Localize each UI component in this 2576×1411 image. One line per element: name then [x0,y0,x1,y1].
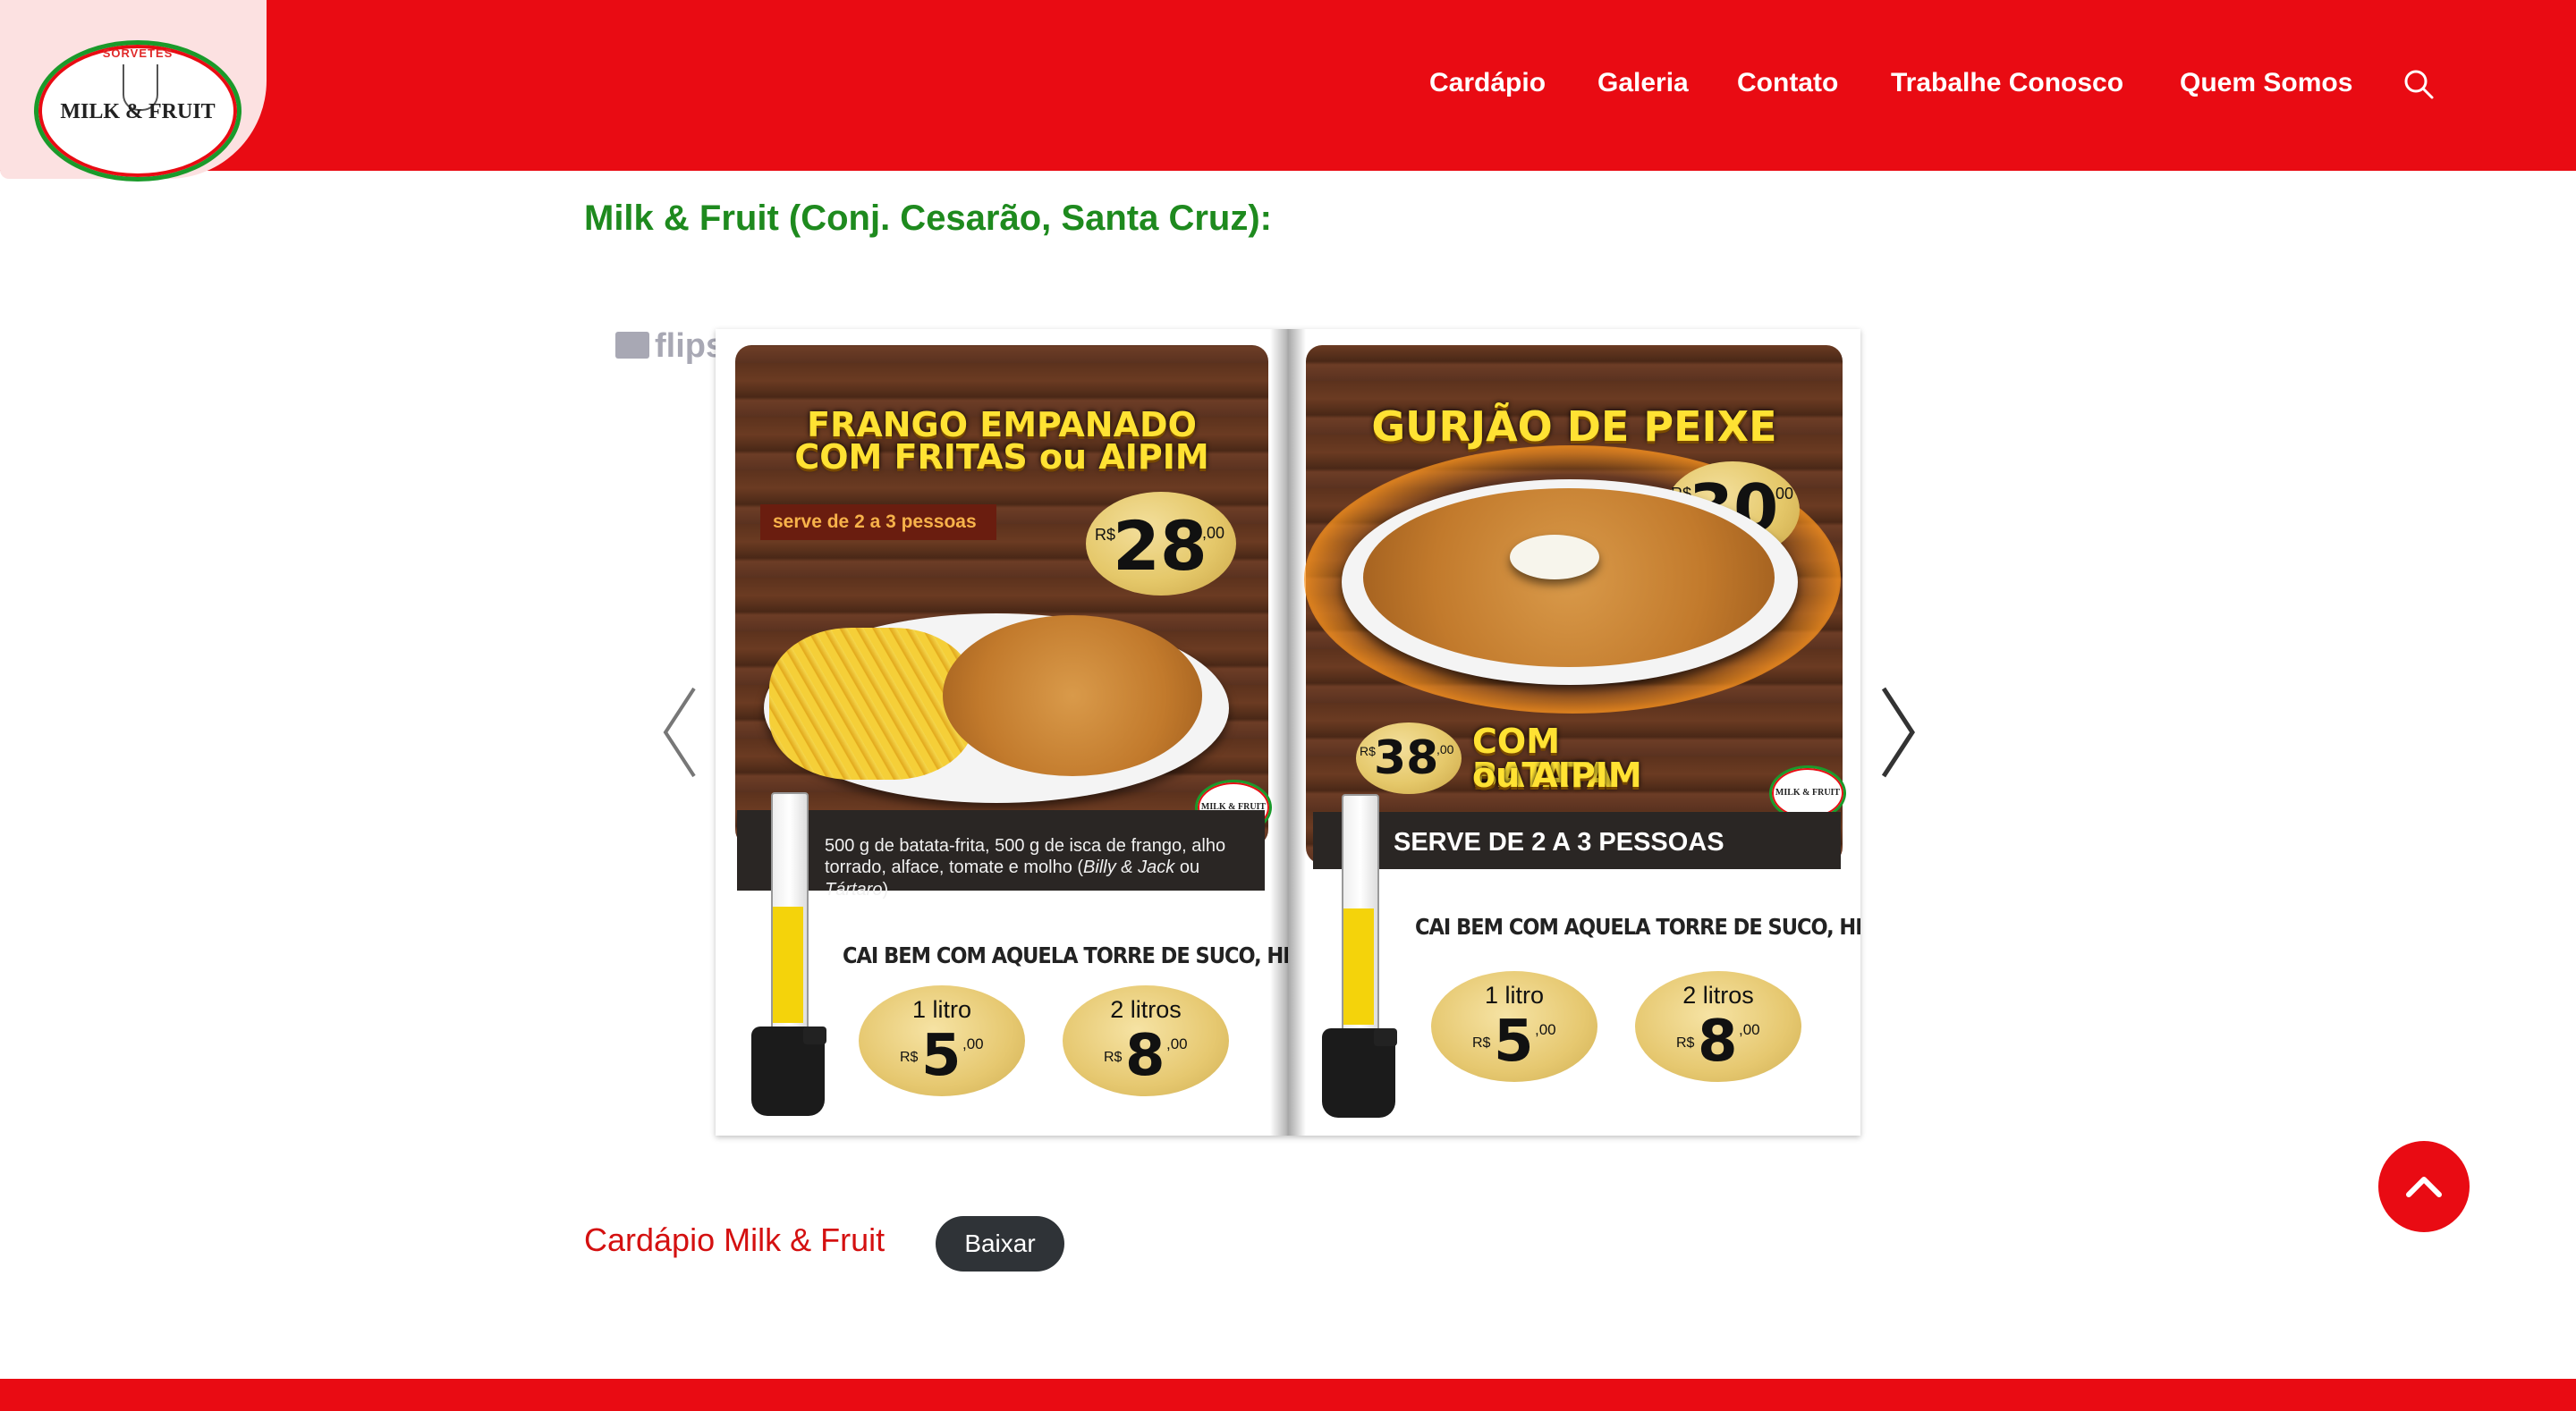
chevron-up-icon [2406,1177,2442,1197]
chicken-image [943,615,1202,776]
juice-cents: ,00 [1166,1035,1188,1052]
nav-cardapio[interactable]: Cardápio [1429,68,1546,98]
juice-tower-image [751,792,832,1116]
flipbook-viewer[interactable]: FRANGO EMPANADO COM FRITAS ou AIPIM serv… [716,329,1860,1136]
juice-option-2l: 2 litros R$ 8 ,00 [1635,971,1801,1082]
page-title: Milk & Fruit (Conj. Cesarão, Santa Cruz)… [584,199,1272,238]
dish-description: 500 g de batata-frita, 500 g de isca de … [825,835,1236,900]
search-icon[interactable] [2402,68,2435,100]
juice-cents: ,00 [962,1035,984,1052]
menu-page-right: GURJÃO DE PEIXE R$ 30 ,00 R$ 38 ,00 COM … [1288,329,1860,1136]
juice-cents: ,00 [1535,1021,1556,1038]
price-value: 28 [1113,506,1208,586]
desc-sauce-2: Tártaro [825,879,883,900]
desc-text-2: ou [1174,858,1200,878]
logo-area[interactable]: SORVETES MILK & FRUIT [0,0,267,182]
chevron-left-icon[interactable] [653,683,707,782]
juice-price: 8 [1125,1023,1165,1089]
juice-title: CAI BEM COM AQUELA TORRE DE SUCO, HEIN! [843,942,1288,968]
juice-option-1l: 1 litro R$ 5 ,00 [859,985,1025,1096]
book-icon [615,332,649,359]
tower-tap [1374,1028,1397,1046]
desc-text-3: ) [882,879,889,900]
price-badge: R$ 28 ,00 [1086,492,1236,596]
juice-size: 2 litros [1682,982,1754,1009]
juice-option-2l: 2 litros R$ 8 ,00 [1063,985,1229,1096]
site-footer [0,1379,2576,1411]
book-spine [1270,329,1306,1136]
download-button[interactable]: Baixar [936,1216,1064,1272]
tower-juice [1343,908,1374,1025]
juice-title: CAI BEM COM AQUELA TORRE DE SUCO, HEIN! [1415,914,1860,940]
juice-price: 5 [921,1023,962,1089]
juice-currency: R$ [1472,1035,1491,1051]
price-cents: ,00 [1771,485,1794,503]
juice-size: 2 litros [1110,996,1182,1023]
juice-currency: R$ [1676,1035,1695,1051]
juice-size: 1 litro [1484,982,1545,1009]
price-value: 38 [1374,731,1439,785]
tower-tap [803,1027,826,1044]
left-headline-line2: COM FRITAS ou AIPIM [794,437,1209,477]
juice-option-1l: 1 litro R$ 5 ,00 [1431,971,1597,1082]
juice-currency: R$ [900,1050,919,1065]
juice-size: 1 litro [911,996,972,1023]
right-headline: GURJÃO DE PEIXE [1371,402,1777,451]
serve-tag: serve de 2 a 3 pessoas [760,504,996,540]
logo-top-text: SORVETES [102,46,174,60]
desc-sauce-1: Billy & Jack [1083,858,1175,878]
logo-name: MILK & FRUIT [60,100,216,123]
juice-price: 8 [1698,1009,1738,1075]
price-cents: ,00 [1202,524,1225,542]
price-cents: ,00 [1436,742,1454,756]
chevron-right-icon[interactable] [1871,683,1925,782]
menu-page-left: FRANGO EMPANADO COM FRITAS ou AIPIM serv… [716,329,1288,1136]
nav-contato[interactable]: Contato [1737,68,1838,98]
serve-text: SERVE DE 2 A 3 PESSOAS [1394,828,1724,857]
juice-cents: ,00 [1739,1021,1760,1038]
nav-trabalhe-conosco[interactable]: Trabalhe Conosco [1891,68,2123,98]
sauce-bowl [1510,535,1599,579]
nav-quem-somos[interactable]: Quem Somos [2180,68,2352,98]
tower-juice [773,907,803,1023]
juice-price: 5 [1494,1009,1534,1075]
nav-galeria[interactable]: Galeria [1597,68,1689,98]
download-label: Cardápio Milk & Fruit [584,1221,886,1258]
juice-tower-image [1322,794,1402,1118]
combo-line2: ou AIPIM [1472,756,1642,795]
combo-price-badge: R$ 38 ,00 [1356,722,1462,794]
juice-currency: R$ [1104,1050,1123,1065]
site-logo[interactable]: SORVETES MILK & FRUIT [34,40,242,182]
back-to-top-button[interactable] [2378,1141,2470,1232]
